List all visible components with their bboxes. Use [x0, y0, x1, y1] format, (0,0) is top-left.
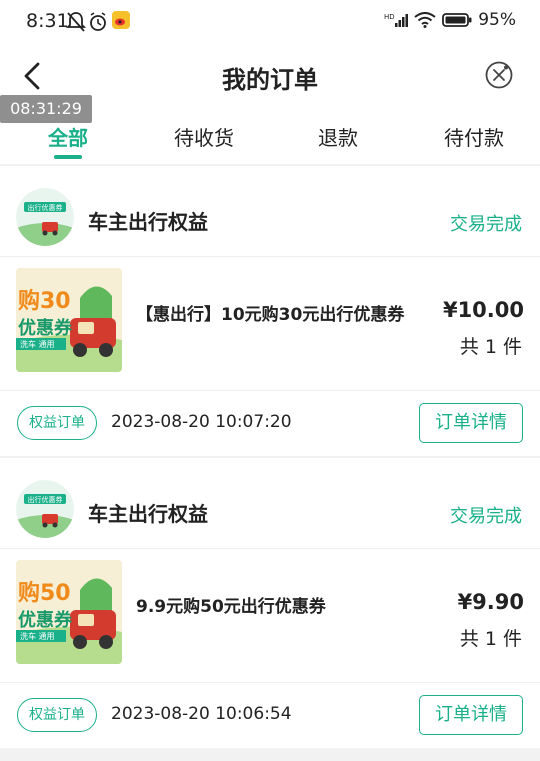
order-detail-button[interactable]: 订单详情: [419, 695, 523, 735]
order-date: 2023-08-20 10:06:54: [111, 704, 292, 724]
order-date: 2023-08-20 10:07:20: [111, 412, 292, 432]
page-title: 我的订单: [222, 66, 318, 94]
order-item[interactable]: 购30 优惠券 洗车 通用 【惠出行】10元购30元出行优惠券 ¥10.00 共…: [0, 256, 540, 391]
product-thumbnail[interactable]: 购50 优惠券 洗车 通用: [16, 560, 122, 664]
tab-pending-receipt[interactable]: 待收货: [172, 122, 236, 151]
product-quantity: 共 1 件: [459, 628, 522, 650]
tab-refund[interactable]: 退款: [316, 122, 360, 151]
thumb-mini: 洗车 通用: [20, 339, 55, 349]
shop-logo[interactable]: 出行优惠券: [16, 480, 74, 538]
order-type-badge: 权益订单: [17, 698, 97, 732]
shop-logo[interactable]: 出行优惠券: [16, 188, 74, 246]
order-type-badge: 权益订单: [17, 406, 97, 440]
thumb-headline: 购30: [18, 288, 71, 314]
tab-all[interactable]: 全部: [46, 122, 90, 151]
shop-name[interactable]: 车主出行权益: [88, 498, 208, 527]
thumb-headline: 购50: [18, 580, 71, 606]
status-bar: 8:31 HD 95%: [0, 0, 540, 46]
thumb-subline: 优惠券: [18, 317, 73, 339]
status-time: 8:31: [26, 10, 69, 32]
tab-pending-payment[interactable]: 待付款: [442, 122, 506, 151]
order-card-header: 出行优惠券 车主出行权益 交易完成: [0, 458, 540, 549]
alarm-icon: [90, 12, 106, 31]
thumb-subline: 优惠券: [18, 609, 73, 631]
product-quantity: 共 1 件: [459, 336, 522, 358]
weibo-app-icon: [112, 11, 130, 29]
active-tab-indicator: [54, 155, 82, 159]
mute-bell-icon: [66, 12, 86, 32]
logo-label: 出行优惠券: [28, 203, 63, 212]
battery-icon: [442, 13, 472, 27]
product-price: ¥10.00: [442, 298, 524, 322]
hd-signal-icon: HD: [384, 13, 409, 27]
thumb-mini: 洗车 通用: [20, 631, 55, 641]
order-item[interactable]: 购50 优惠券 洗车 通用 9.9元购50元出行优惠券 ¥9.90 共 1 件: [0, 548, 540, 683]
order-status: 交易完成: [450, 506, 522, 527]
product-name: 【惠出行】10元购30元出行优惠券: [136, 305, 405, 325]
order-card: 出行优惠券 车主出行权益 交易完成 购30 优惠券 洗车 通用 【惠出行】10元…: [0, 166, 540, 456]
svg-text:HD: HD: [384, 13, 395, 21]
logo-label: 出行优惠券: [28, 495, 63, 504]
order-card-footer: 权益订单 2023-08-20 10:07:20 订单详情: [0, 390, 540, 456]
shop-name[interactable]: 车主出行权益: [88, 206, 208, 235]
product-name: 9.9元购50元出行优惠券: [136, 597, 326, 617]
battery-percent: 95%: [478, 10, 516, 30]
wifi-icon: [414, 12, 436, 28]
order-card: 出行优惠券 车主出行权益 交易完成 购50 优惠券 洗车 通用 9.9元购50元…: [0, 458, 540, 748]
order-status: 交易完成: [450, 214, 522, 235]
order-card-footer: 权益订单 2023-08-20 10:06:54 订单详情: [0, 682, 540, 748]
product-price: ¥9.90: [457, 590, 524, 614]
status-right: HD 95%: [384, 10, 516, 30]
order-card-header: 出行优惠券 车主出行权益 交易完成: [0, 166, 540, 257]
timestamp-overlay: 08:31:29: [0, 95, 92, 123]
close-icon[interactable]: [484, 60, 514, 90]
order-detail-button[interactable]: 订单详情: [419, 403, 523, 443]
product-thumbnail[interactable]: 购30 优惠券 洗车 通用: [16, 268, 122, 372]
